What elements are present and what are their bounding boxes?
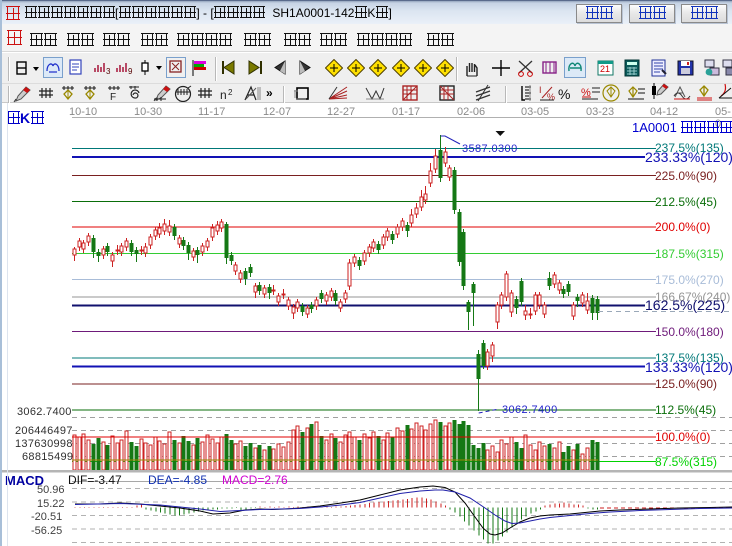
svg-text:n: n: [220, 88, 227, 102]
svg-text:3: 3: [106, 67, 111, 76]
svg-text:F: F: [110, 92, 116, 102]
svg-text:2: 2: [228, 88, 233, 97]
svg-text:21: 21: [600, 64, 610, 74]
svg-text:9: 9: [128, 67, 133, 76]
svg-text:I: I: [539, 85, 542, 95]
